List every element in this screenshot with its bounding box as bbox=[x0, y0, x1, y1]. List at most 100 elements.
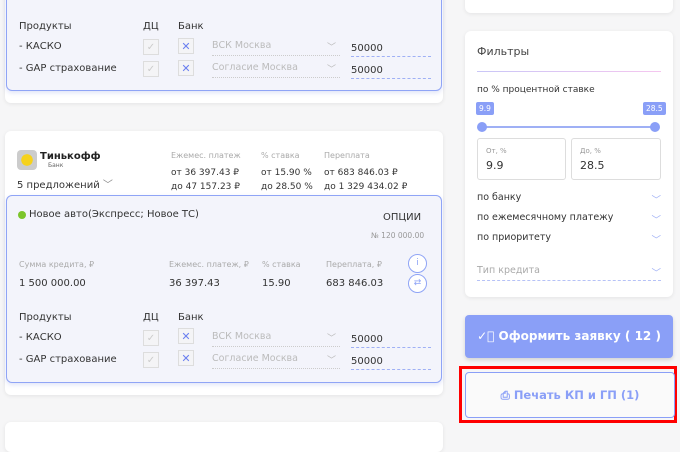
options-value: № 120 000.00 bbox=[371, 231, 425, 240]
offer-details[interactable]: Новое авто(Экспресс; Новое ТС) ОПЦИИ № 1… bbox=[6, 195, 442, 383]
to-label: До, % bbox=[580, 147, 601, 155]
product-name: - КАСКО bbox=[19, 332, 62, 343]
payment-from: от 36 397.43 ₽ bbox=[171, 168, 240, 178]
filter-label: по ежемесячному платежу bbox=[477, 212, 614, 223]
overpay-from: от 683 846.03 ₽ bbox=[324, 168, 398, 178]
amount-input[interactable]: 50000 bbox=[351, 63, 431, 79]
slider-min-handle[interactable] bbox=[477, 122, 487, 132]
sum-label: Сумма кредита, ₽ bbox=[19, 260, 95, 269]
print-button[interactable]: ⎙ Печать КП и ГП (1) bbox=[465, 372, 675, 418]
credit-type-placeholder: Тип кредита bbox=[477, 265, 540, 276]
filter-label: по банку bbox=[477, 192, 522, 203]
rate-to-input[interactable]: До, % 28.5 bbox=[571, 138, 661, 180]
slider-min-badge: 9.9 bbox=[476, 102, 494, 115]
rate-filter-label: по % процентной ставке bbox=[477, 85, 595, 95]
bank-checkbox[interactable]: ✕ bbox=[178, 328, 194, 344]
products-header: Продукты bbox=[19, 312, 72, 323]
dc-checkbox[interactable]: ✓ bbox=[143, 61, 159, 77]
bank-checkbox[interactable]: ✕ bbox=[178, 60, 194, 76]
filter-label: по приоритету bbox=[477, 232, 552, 243]
filter-by-bank[interactable]: по банку ﹀ bbox=[477, 192, 661, 206]
chevron-down-icon: ﹀ bbox=[651, 268, 661, 279]
to-value: 28.5 bbox=[580, 159, 605, 172]
amount-input[interactable]: 50000 bbox=[351, 332, 431, 348]
chevron-down-icon: ﹀ bbox=[326, 65, 336, 75]
chevron-down-icon: ﹀ bbox=[102, 180, 113, 191]
chevron-down-icon: ﹀ bbox=[651, 215, 661, 226]
bank-card-tinkoff: Тинькофф Банк 5 предложений ﹀ Ежемес. пл… bbox=[5, 131, 443, 395]
chevron-down-icon: ﹀ bbox=[651, 235, 661, 246]
insurer-value: ВСК Москва bbox=[212, 331, 272, 342]
payment-to: до 47 157.23 ₽ bbox=[171, 182, 240, 192]
apply-label: Оформить заявку ( 12 ) bbox=[498, 329, 661, 343]
credit-type-select[interactable]: Тип кредита ﹀ bbox=[477, 265, 661, 281]
amount-input[interactable]: 50000 bbox=[351, 354, 431, 370]
insurer-select[interactable]: Согласие Москва ﹀ bbox=[212, 62, 340, 78]
bank-header: Банк bbox=[178, 21, 204, 32]
chevron-down-icon: ﹀ bbox=[326, 356, 336, 366]
filters-panel: Фильтры по % процентной ставке 9.9 28.5 … bbox=[465, 31, 673, 297]
info-icon[interactable]: ⅰ bbox=[408, 254, 427, 273]
insurer-value: Согласие Москва bbox=[212, 353, 298, 364]
from-value: 9.9 bbox=[486, 159, 504, 172]
slider-max-badge: 28.5 bbox=[643, 102, 666, 115]
bank-checkbox[interactable]: ✕ bbox=[178, 38, 194, 54]
apply-button[interactable]: ✓⃝ Оформить заявку ( 12 ) bbox=[465, 315, 673, 358]
calculator-icon[interactable]: ⇄ bbox=[408, 274, 427, 293]
rate-to: до 28.50 % bbox=[261, 182, 313, 192]
overpay-to: до 1 329 434.02 ₽ bbox=[324, 182, 408, 192]
overpay-label: Переплата bbox=[324, 151, 370, 160]
product-name: - КАСКО bbox=[19, 41, 62, 52]
sum-value: 1 500 000.00 bbox=[19, 278, 86, 289]
offers-count-toggle[interactable]: 5 предложений ﹀ bbox=[17, 176, 113, 191]
bank-header: Банк bbox=[178, 312, 204, 323]
chevron-down-icon: ﹀ bbox=[326, 43, 336, 53]
overpay-value: 683 846.03 bbox=[326, 278, 384, 289]
bank-name: Тинькофф bbox=[40, 151, 101, 162]
from-label: От, % bbox=[486, 147, 507, 155]
rate-from: от 15.90 % bbox=[261, 168, 312, 178]
bank-checkbox[interactable]: ✕ bbox=[178, 350, 194, 366]
rate-from-input[interactable]: От, % 9.9 bbox=[477, 138, 566, 180]
insurer-value: Согласие Москва bbox=[212, 62, 298, 73]
printer-icon: ⎙ bbox=[500, 388, 510, 402]
amount-input[interactable]: 50000 bbox=[351, 41, 431, 57]
chevron-down-icon: ﹀ bbox=[651, 195, 661, 206]
insurer-select[interactable]: ВСК Москва ﹀ bbox=[212, 331, 340, 347]
payment-label: Ежемес. платеж, ₽ bbox=[169, 260, 249, 269]
chevron-down-icon: ﹀ bbox=[326, 334, 336, 344]
insurer-select[interactable]: ВСК Москва ﹀ bbox=[212, 40, 340, 56]
insurer-value: ВСК Москва bbox=[212, 40, 272, 51]
status-dot bbox=[18, 211, 26, 219]
tinkoff-logo bbox=[17, 150, 37, 170]
filter-by-payment[interactable]: по ежемесячному платежу ﹀ bbox=[477, 212, 661, 226]
rate-label: % ставка bbox=[262, 260, 301, 269]
insurer-select[interactable]: Согласие Москва ﹀ bbox=[212, 353, 340, 369]
right-top-card bbox=[465, 0, 673, 13]
check-circle-icon: ✓⃝ bbox=[477, 329, 495, 343]
slider-max-handle[interactable] bbox=[650, 122, 660, 132]
dc-header: ДЦ bbox=[143, 21, 159, 32]
payment-value: 36 397.43 bbox=[169, 278, 220, 289]
payment-label: Ежемес. платеж bbox=[171, 151, 241, 160]
next-bank-card bbox=[5, 422, 443, 452]
divider bbox=[477, 71, 661, 72]
rate-label: % ставка bbox=[261, 151, 300, 160]
offers-count: 5 предложений bbox=[17, 180, 100, 191]
dc-checkbox[interactable]: ✓ bbox=[143, 39, 159, 55]
products-header: Продукты bbox=[19, 21, 72, 32]
overpay-label: Переплата, ₽ bbox=[326, 260, 382, 269]
dc-checkbox[interactable]: ✓ bbox=[143, 330, 159, 346]
filters-title: Фильтры bbox=[477, 45, 530, 58]
product-name: - GAP страхование bbox=[19, 63, 117, 74]
rate-value: 15.90 bbox=[262, 278, 291, 289]
dc-checkbox[interactable]: ✓ bbox=[143, 352, 159, 368]
product-name: - GAP страхование bbox=[19, 354, 117, 365]
offer-details-top: Продукты ДЦ Банк - КАСКО ✓ ✕ ВСК Москва ﹀… bbox=[6, 0, 442, 91]
offer-card-top: Продукты ДЦ Банк - КАСКО ✓ ✕ ВСК Москва ﹀… bbox=[5, 0, 443, 103]
dc-header: ДЦ bbox=[143, 312, 159, 323]
filter-by-priority[interactable]: по приоритету ﹀ bbox=[477, 232, 661, 246]
slider-track[interactable] bbox=[482, 126, 655, 128]
print-label: Печать КП и ГП (1) bbox=[513, 388, 640, 402]
options-label[interactable]: ОПЦИИ bbox=[383, 212, 421, 223]
